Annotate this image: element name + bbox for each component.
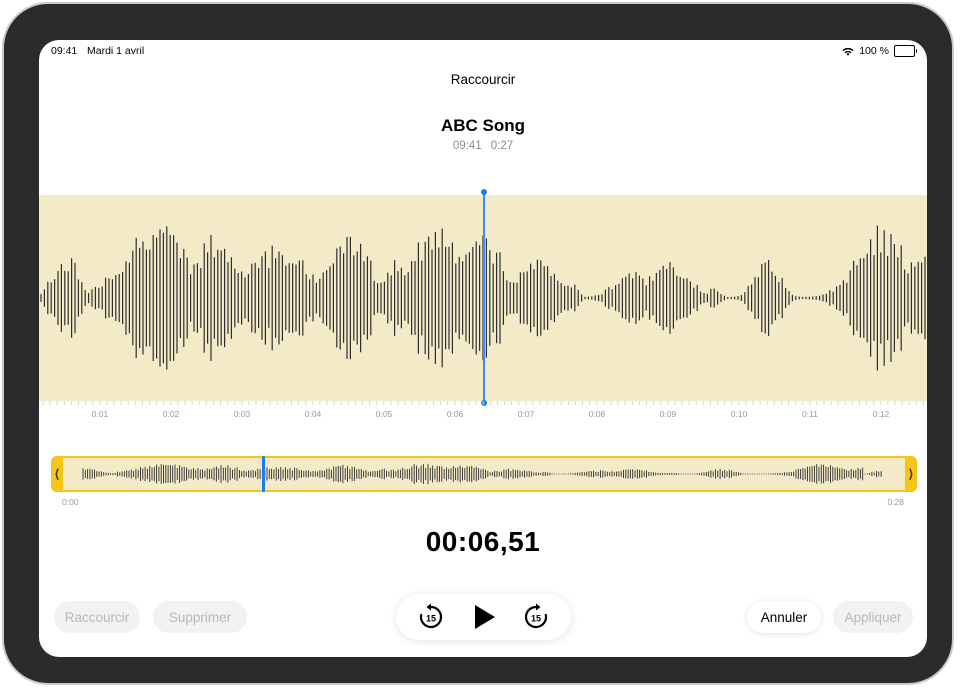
status-date: Mardi 1 avril: [87, 45, 145, 57]
ruler-ticks: [42, 401, 924, 405]
ruler-label: 0:12: [872, 409, 890, 419]
timeline-ruler: 0:01 0:02 0:03 0:04 0:05 0:06 0:07 0:08 0:09 0:10…: [39, 401, 927, 423]
screen: 09:41 Mardi 1 avril 100 % Raccourcir ABC…: [39, 40, 927, 657]
delete-button[interactable]: Supprimer: [153, 601, 247, 633]
ruler-label: 0:02: [162, 409, 180, 419]
wifi-icon: [842, 47, 854, 56]
skip-forward-15-icon: 15: [524, 603, 548, 629]
trim-handle-left[interactable]: ⟨: [51, 456, 63, 492]
status-time: 09:41: [51, 45, 78, 57]
ruler-label: 0:03: [233, 409, 251, 419]
status-right: 100 %: [842, 45, 917, 57]
apply-button[interactable]: Appliquer: [833, 601, 913, 633]
skip-back-button[interactable]: 15: [415, 601, 447, 633]
scrubber-end-time: 0:28: [887, 497, 904, 507]
ruler-label: 0:07: [517, 409, 535, 419]
current-time: 00:06,51: [425, 526, 541, 557]
skip-forward-button[interactable]: 15: [520, 601, 552, 633]
skip-back-15-icon: 15: [419, 603, 443, 629]
trim-scrubber[interactable]: ⟨ ⟩: [51, 456, 917, 492]
svg-text:15: 15: [426, 614, 436, 624]
page-title: Raccourcir: [450, 72, 516, 87]
scrubber-start-time: 0:00: [62, 497, 79, 507]
ruler-label: 0:08: [588, 409, 606, 419]
ruler-label: 0:01: [91, 409, 109, 419]
playback-controls: 15 15: [396, 594, 571, 640]
svg-text:15: 15: [531, 614, 541, 624]
ruler-label: 0:06: [446, 409, 464, 419]
trim-handle-right[interactable]: ⟩: [905, 456, 917, 492]
status-bar: 09:41 Mardi 1 avril 100 %: [39, 44, 927, 60]
recording-title: ABC Song: [440, 116, 526, 135]
playhead[interactable]: [481, 189, 487, 406]
ruler-label: 0:05: [375, 409, 393, 419]
play-icon: [475, 605, 495, 629]
ruler-label: 0:10: [730, 409, 748, 419]
ruler-label: 0:11: [802, 409, 818, 419]
recording-meta: 09:41 0:27: [39, 140, 927, 152]
scrubber-playhead[interactable]: [262, 456, 265, 492]
ruler-label: 0:04: [304, 409, 322, 419]
play-button[interactable]: [468, 601, 500, 633]
ruler-label: 0:09: [659, 409, 677, 419]
playhead-top-dot[interactable]: [481, 189, 487, 195]
ipad-frame: 09:41 Mardi 1 avril 100 % Raccourcir ABC…: [2, 2, 954, 685]
overview-waveform: [82, 463, 882, 485]
battery-percent: 100 %: [859, 45, 889, 57]
cancel-button[interactable]: Annuler: [747, 601, 821, 633]
trim-button[interactable]: Raccourcir: [54, 601, 140, 633]
battery-icon: [894, 45, 917, 57]
recording-duration: 0:27: [490, 140, 514, 152]
recording-time: 09:41: [452, 140, 482, 152]
